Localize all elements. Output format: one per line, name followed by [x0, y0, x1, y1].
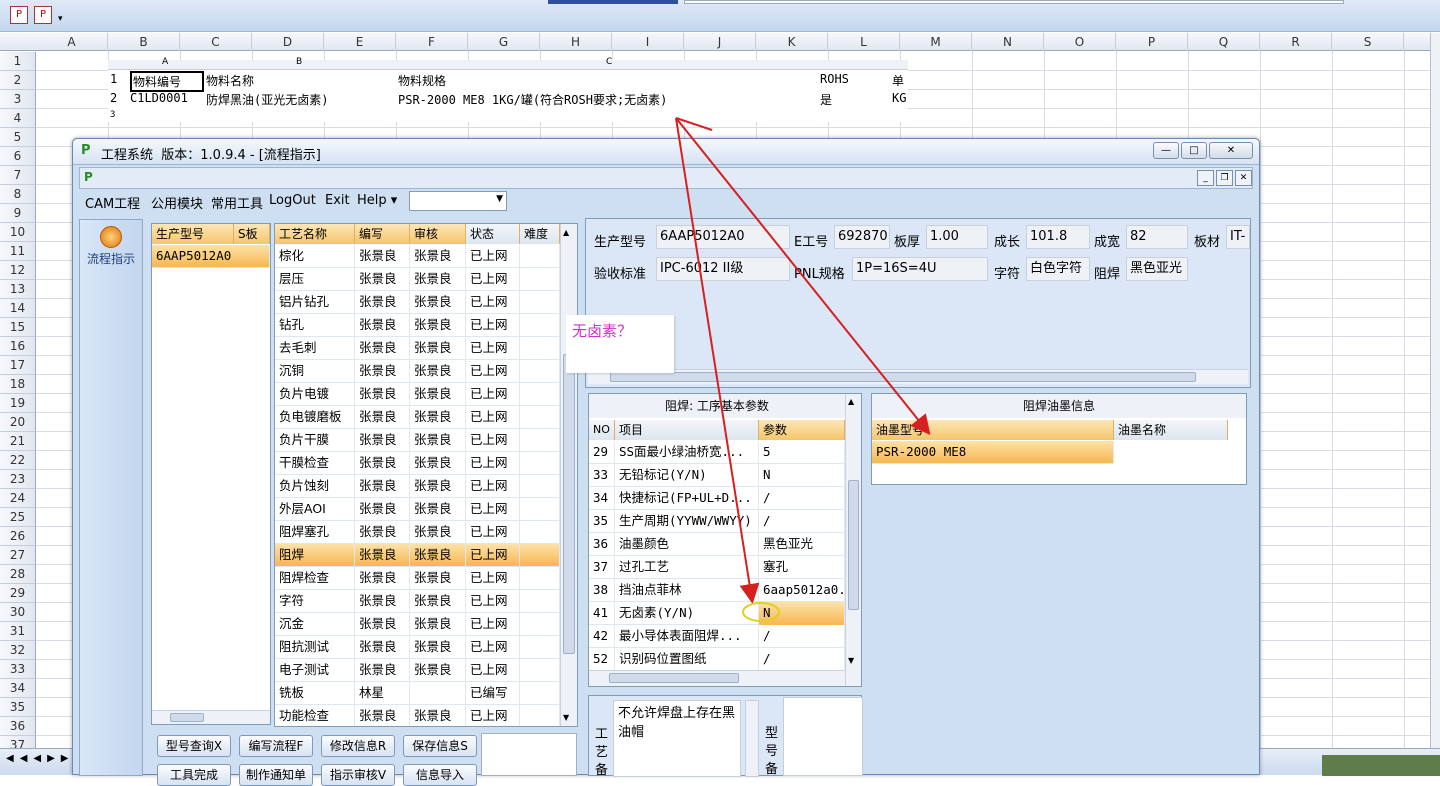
arrow-to-ink: [675, 117, 931, 436]
highlight-ellipse: [742, 602, 780, 622]
annotation-arrows: [675, 117, 931, 622]
arrow-to-param: [675, 117, 760, 604]
